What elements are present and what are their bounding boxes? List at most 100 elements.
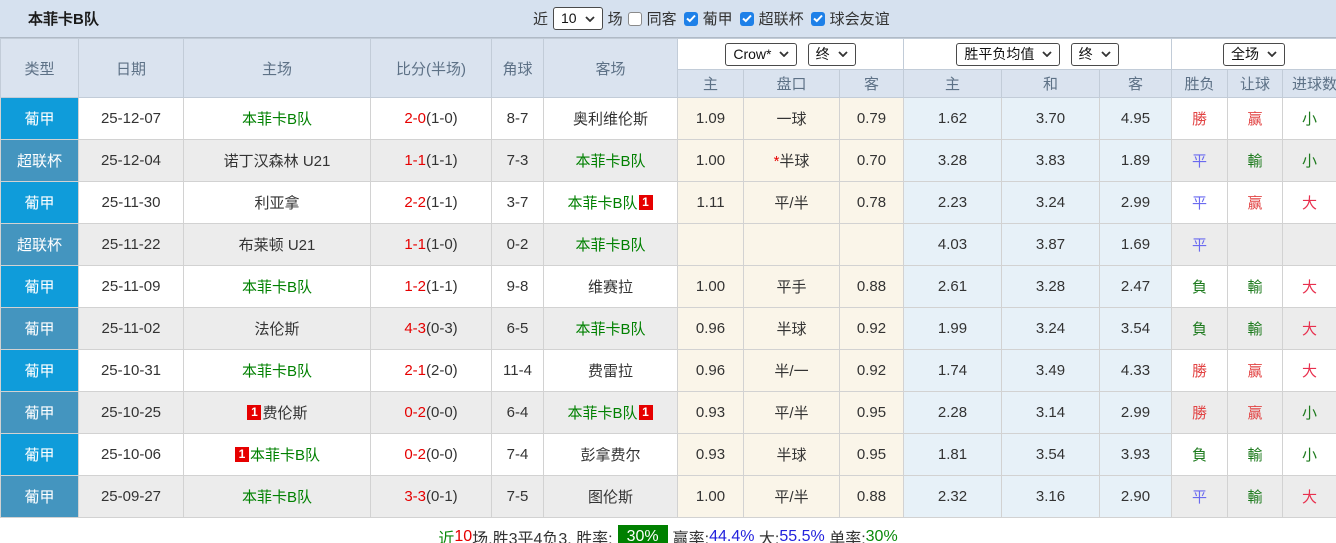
col-header-home: 主场 — [183, 38, 371, 98]
summary-recent-label: 近 — [438, 530, 455, 543]
home-team-name: 本菲卡B队 — [241, 363, 312, 380]
cell-odds-home: 1.00 — [677, 265, 744, 308]
handicap-value: 半球 — [776, 447, 807, 464]
cell-league: 葡甲 — [0, 181, 79, 224]
chevron-down-icon — [1100, 51, 1111, 57]
chevron-down-icon — [838, 51, 848, 57]
summary-big-value: 55.5% — [779, 527, 825, 543]
full-time-score: 2-1 — [404, 362, 426, 379]
cell-odds-away: 0.92 — [839, 349, 904, 392]
cell-odds-away: 0.78 — [839, 181, 904, 224]
cell-handicap: 一球 — [743, 97, 840, 140]
cell-away-team: 维赛拉 — [543, 265, 678, 308]
cell-score: 2-2(1-1) — [370, 181, 492, 224]
odds-time-select[interactable]: 终 — [807, 42, 856, 66]
cell-avg-away: 2.90 — [1099, 475, 1172, 518]
cell-odds-away — [839, 223, 904, 266]
away-team-name: 本菲卡B队 — [567, 405, 638, 422]
cell-goals: 小 — [1282, 139, 1336, 182]
cell-home-team: 本菲卡B队 — [183, 265, 371, 308]
cell-home-team: 诺丁汉森林 U21 — [183, 139, 371, 182]
cell-away-team: 本菲卡B队 1 — [543, 181, 678, 224]
full-time-score: 4-3 — [404, 320, 426, 337]
cell-avg-home: 1.74 — [903, 349, 1002, 392]
cell-handicap: *半球 — [743, 139, 840, 182]
summary-bar: 近 10 场,胜3平4负3, 胜率: 30% 赢率: 44.4% 大: 55.5… — [0, 518, 1336, 543]
half-time-score: (1-0) — [426, 236, 458, 253]
home-team-name: 本菲卡B队 — [249, 447, 320, 464]
cell-away-team: 图伦斯 — [543, 475, 678, 518]
odds-source-select[interactable]: Crow* — [725, 42, 798, 66]
cell-odds-away: 0.95 — [839, 391, 904, 434]
avg-time-select[interactable]: 终 — [1070, 42, 1119, 66]
sub-header-avg-draw: 和 — [1001, 69, 1100, 98]
match-row: 超联杯 25-12-04 诺丁汉森林 U21 1-1(1-1) 7-3 本菲卡B… — [0, 139, 1336, 182]
handicap-value: 平/半 — [774, 195, 809, 212]
cell-avg-home: 1.62 — [903, 97, 1002, 140]
cell-league: 超联杯 — [0, 139, 79, 182]
col-header-score: 比分(半场) — [370, 38, 492, 98]
league3-checkbox[interactable] — [810, 11, 825, 26]
cell-result: 平 — [1171, 475, 1228, 518]
cell-avg-draw: 3.70 — [1001, 97, 1100, 140]
cell-goals — [1282, 223, 1336, 266]
filter-controls: 近 10 场 同客 葡甲 超联杯 球会友谊 — [533, 0, 892, 37]
team-title: 本菲卡B队 — [28, 11, 99, 28]
chevron-down-icon — [584, 15, 595, 22]
cell-home-team: 法伦斯 — [183, 307, 371, 350]
cell-avg-away: 1.69 — [1099, 223, 1172, 266]
handicap-value: 半球 — [779, 153, 810, 170]
cell-date: 25-11-30 — [78, 181, 184, 224]
home-rank-badge: 1 — [247, 405, 262, 420]
full-time-score: 0-2 — [404, 404, 426, 421]
avg-odds-select[interactable]: 胜平负均值 — [956, 42, 1061, 66]
cell-date: 25-10-31 — [78, 349, 184, 392]
col-header-corners: 角球 — [491, 38, 544, 98]
cell-let-ball: 輸 — [1227, 139, 1283, 182]
same-away-checkbox[interactable] — [627, 11, 642, 26]
home-team-name: 本菲卡B队 — [241, 489, 312, 506]
cell-corners: 3-7 — [491, 181, 544, 224]
same-away-label: 同客 — [646, 11, 677, 28]
cell-date: 25-10-25 — [78, 391, 184, 434]
cell-let-ball: 輸 — [1227, 475, 1283, 518]
handicap-value: 平/半 — [774, 489, 809, 506]
away-team-name: 图伦斯 — [587, 489, 633, 506]
match-table-body: 葡甲 25-12-07 本菲卡B队 2-0(1-0) 8-7 奥利维伦斯 1.0… — [0, 97, 1336, 518]
cell-result: 平 — [1171, 139, 1228, 182]
cell-away-team: 费雷拉 — [543, 349, 678, 392]
cell-avg-away: 4.95 — [1099, 97, 1172, 140]
cell-odds-home: 0.96 — [677, 307, 744, 350]
cell-goals: 大 — [1282, 265, 1336, 308]
cell-away-team: 本菲卡B队 — [543, 307, 678, 350]
cell-corners: 9-8 — [491, 265, 544, 308]
cell-corners: 11-4 — [491, 349, 544, 392]
recent-count-select[interactable]: 10 — [553, 7, 603, 30]
cell-score: 1-1(1-1) — [370, 139, 492, 182]
cell-home-team: 本菲卡B队 — [183, 97, 371, 140]
summary-single-value: 30% — [865, 527, 898, 543]
away-team-name: 本菲卡B队 — [575, 321, 646, 338]
cell-avg-draw: 3.83 — [1001, 139, 1100, 182]
cell-corners: 0-2 — [491, 223, 544, 266]
cell-avg-draw: 3.16 — [1001, 475, 1100, 518]
cell-avg-away: 2.47 — [1099, 265, 1172, 308]
away-team-name: 维赛拉 — [587, 279, 633, 296]
league1-checkbox[interactable] — [683, 11, 698, 26]
cell-handicap: 半球 — [743, 433, 840, 476]
sub-header-handicap: 盘口 — [743, 69, 840, 98]
scope-select[interactable]: 全场 — [1223, 42, 1285, 66]
summary-big-label: 大: — [754, 530, 780, 543]
col-header-away: 客场 — [543, 38, 678, 98]
cell-let-ball — [1227, 223, 1283, 266]
cell-league: 葡甲 — [0, 307, 79, 350]
summary-record: 场,胜3平4负3, 胜率: — [472, 530, 613, 543]
league2-checkbox[interactable] — [739, 11, 754, 26]
cell-odds-away: 0.70 — [839, 139, 904, 182]
cell-avg-home: 1.99 — [903, 307, 1002, 350]
cell-avg-away: 3.54 — [1099, 307, 1172, 350]
cell-score: 1-1(1-0) — [370, 223, 492, 266]
cell-let-ball: 輸 — [1227, 265, 1283, 308]
home-team-name: 诺丁汉森林 U21 — [223, 153, 331, 170]
cell-avg-home: 4.03 — [903, 223, 1002, 266]
